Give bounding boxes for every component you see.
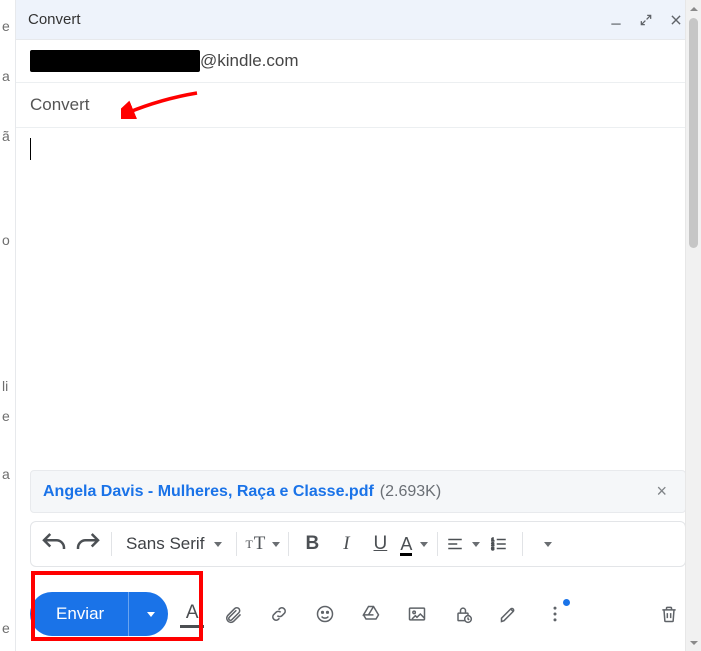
caret-down-icon [472,542,480,547]
insert-signature-button[interactable] [492,597,526,631]
discard-draft-button[interactable] [652,597,686,631]
list-button[interactable]: 123 [484,529,514,559]
scroll-down-button[interactable] [686,634,701,651]
scroll-up-button[interactable] [686,0,701,17]
caret-down-icon [544,542,552,547]
attach-file-button[interactable] [216,597,250,631]
svg-text:3: 3 [492,546,495,551]
insert-emoji-button[interactable] [308,597,342,631]
to-recipient-domain: @kindle.com [200,51,299,71]
font-family-label: Sans Serif [126,534,204,554]
bold-button[interactable]: B [297,529,327,559]
more-formatting-dropdown[interactable] [531,529,561,559]
font-family-dropdown[interactable]: Sans Serif [120,534,228,554]
separator [522,532,523,556]
confidential-mode-button[interactable] [446,597,480,631]
subject-field[interactable]: Convert [16,83,700,128]
text-cursor [30,138,31,160]
notification-dot-icon [563,599,570,606]
formatting-toggle-button[interactable]: A [180,600,204,628]
send-button[interactable]: Enviar [30,592,128,636]
compose-window: Convert @kindle.com Convert Angela Dav [16,0,700,651]
caret-down-icon [272,542,280,547]
insert-image-button[interactable] [400,597,434,631]
insert-drive-button[interactable] [354,597,388,631]
font-size-dropdown[interactable]: T T [245,529,280,559]
undo-button[interactable] [39,529,69,559]
scroll-thumb[interactable] [689,18,698,248]
to-recipient-redacted [30,50,200,72]
separator [111,532,112,556]
more-options-button[interactable] [538,597,572,631]
attachment-chip[interactable]: Angela Davis - Mulheres, Raça e Classe.p… [30,470,686,513]
italic-button[interactable]: I [331,529,361,559]
caret-down-icon [214,542,222,547]
attachment-remove-button[interactable]: × [650,481,673,502]
send-options-dropdown[interactable] [128,592,168,636]
message-body[interactable] [16,128,700,470]
attachment-size: (2.693K) [380,483,441,501]
annotation-arrow [121,89,201,124]
subject-text: Convert [30,95,90,114]
send-button-group: Enviar [30,592,168,636]
formatting-toolbar: Sans Serif T T B I U A 123 [30,521,686,567]
fullscreen-button[interactable] [634,8,658,32]
insert-link-button[interactable] [262,597,296,631]
compose-header: Convert [16,0,700,40]
separator [236,532,237,556]
redo-button[interactable] [73,529,103,559]
minimize-button[interactable] [604,8,628,32]
attachment-filename: Angela Davis - Mulheres, Raça e Classe.p… [43,483,374,501]
separator [288,532,289,556]
text-color-dropdown[interactable]: A [399,529,429,559]
caret-down-icon [147,612,155,617]
page-scrollbar[interactable] [685,0,701,651]
align-dropdown[interactable] [446,529,480,559]
separator [437,532,438,556]
underline-button[interactable]: U [365,529,395,559]
action-bar: Enviar A [16,577,700,651]
to-field-row[interactable]: @kindle.com [16,40,700,83]
compose-title: Convert [28,11,598,28]
caret-down-icon [420,542,428,547]
